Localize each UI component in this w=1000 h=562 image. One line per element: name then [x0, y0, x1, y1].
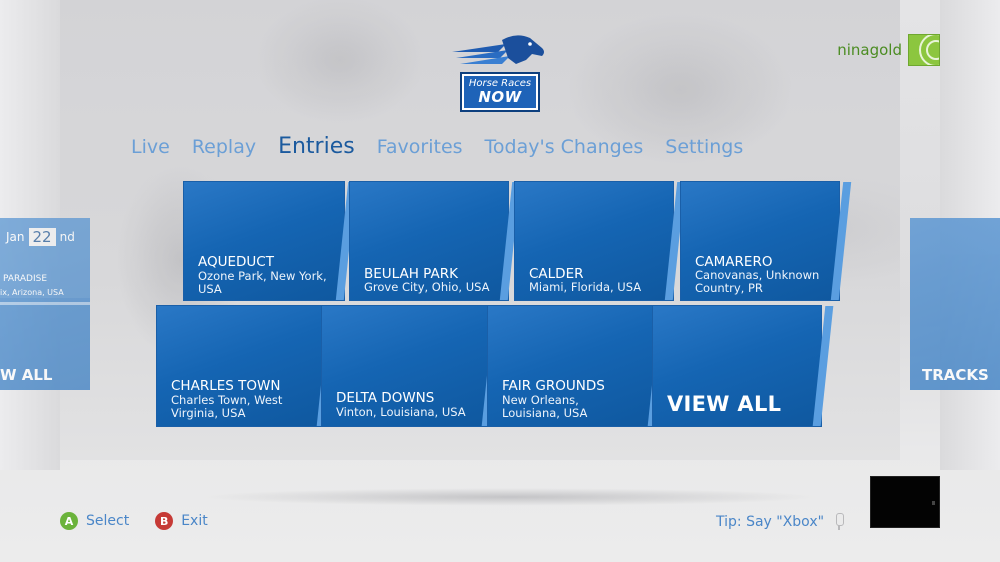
track-name: AQUEDUCT: [198, 254, 274, 270]
track-tile-aqueduct[interactable]: AQUEDUCT Ozone Park, New York, USA: [184, 182, 357, 300]
tab-todays-changes[interactable]: Today's Changes: [485, 136, 644, 158]
b-button-icon: B: [155, 512, 174, 530]
floor-shadow: [200, 488, 820, 506]
panel-divider: [0, 302, 90, 305]
track-name: CALDER: [529, 266, 584, 282]
previous-view-all: W ALL: [0, 366, 53, 384]
date-display: Jan 22 nd: [6, 228, 75, 246]
track-name: CAMARERO: [695, 254, 773, 270]
track-name: FAIR GROUNDS: [502, 378, 605, 394]
app-logo: Horse Races NOW: [446, 30, 556, 114]
gamerpic-icon: [908, 34, 940, 66]
tab-replay[interactable]: Replay: [192, 136, 256, 158]
track-tile-beulah-park[interactable]: BEULAH PARK Grove City, Ohio, USA: [350, 182, 521, 300]
select-hint[interactable]: Select: [86, 513, 129, 529]
microphone-icon: [832, 513, 846, 531]
previous-track-location: ix, Arizona, USA: [0, 288, 64, 297]
logo-text-line2: NOW: [478, 88, 522, 106]
user-profile[interactable]: ninagold: [837, 34, 940, 66]
track-location: Canovanas, Unknown Country, PR: [695, 268, 820, 295]
view-all-tile[interactable]: VIEW ALL: [653, 306, 834, 426]
logo-badge: Horse Races NOW: [460, 72, 540, 112]
track-location: Miami, Florida, USA: [529, 280, 642, 294]
tab-settings[interactable]: Settings: [665, 136, 743, 158]
view-all-label: VIEW ALL: [667, 392, 782, 416]
track-tile-calder[interactable]: CALDER Miami, Florida, USA: [515, 182, 686, 300]
controller-hints: A Select B Exit: [60, 512, 208, 530]
tab-favorites[interactable]: Favorites: [377, 136, 463, 158]
previous-panel[interactable]: Jan 22 nd PARADISE ix, Arizona, USA W AL…: [0, 218, 90, 390]
track-name: DELTA DOWNS: [336, 390, 435, 406]
track-name: BEULAH PARK: [364, 266, 458, 282]
track-tile-delta-downs[interactable]: DELTA DOWNS Vinton, Louisiana, USA: [322, 306, 503, 426]
date-month: Jan: [6, 230, 25, 244]
exit-hint[interactable]: Exit: [181, 513, 208, 529]
video-preview[interactable]: [870, 476, 940, 528]
date-day: 22: [28, 228, 56, 246]
track-tile-camarero[interactable]: CAMARERO Canovanas, Unknown Country, PR: [681, 182, 852, 300]
voice-tip: Tip: Say "Xbox": [716, 513, 846, 531]
track-tile-charles-town[interactable]: CHARLES TOWN Charles Town, West Virginia…: [157, 306, 338, 426]
tab-entries[interactable]: Entries: [278, 134, 355, 159]
tip-text: Tip: Say "Xbox": [716, 514, 825, 530]
track-location: Charles Town, West Virginia, USA: [171, 393, 283, 420]
horse-head-icon: [452, 35, 544, 64]
user-name: ninagold: [837, 41, 902, 59]
track-location: Vinton, Louisiana, USA: [336, 405, 466, 419]
track-location: Ozone Park, New York, USA: [198, 269, 327, 296]
track-tile-fair-grounds[interactable]: FAIR GROUNDS New Orleans, Louisiana, USA: [488, 306, 669, 426]
next-panel[interactable]: TRACKS: [910, 218, 1000, 390]
tracks-label: TRACKS: [922, 366, 989, 384]
date-suffix: nd: [59, 230, 75, 244]
tab-live[interactable]: Live: [131, 136, 170, 158]
track-location: Grove City, Ohio, USA: [364, 280, 490, 294]
a-button-icon: A: [60, 512, 78, 530]
main-nav: Live Replay Entries Favorites Today's Ch…: [131, 134, 743, 159]
previous-track-name: PARADISE: [3, 274, 48, 284]
track-name: CHARLES TOWN: [171, 378, 281, 394]
track-location: New Orleans, Louisiana, USA: [502, 393, 588, 420]
